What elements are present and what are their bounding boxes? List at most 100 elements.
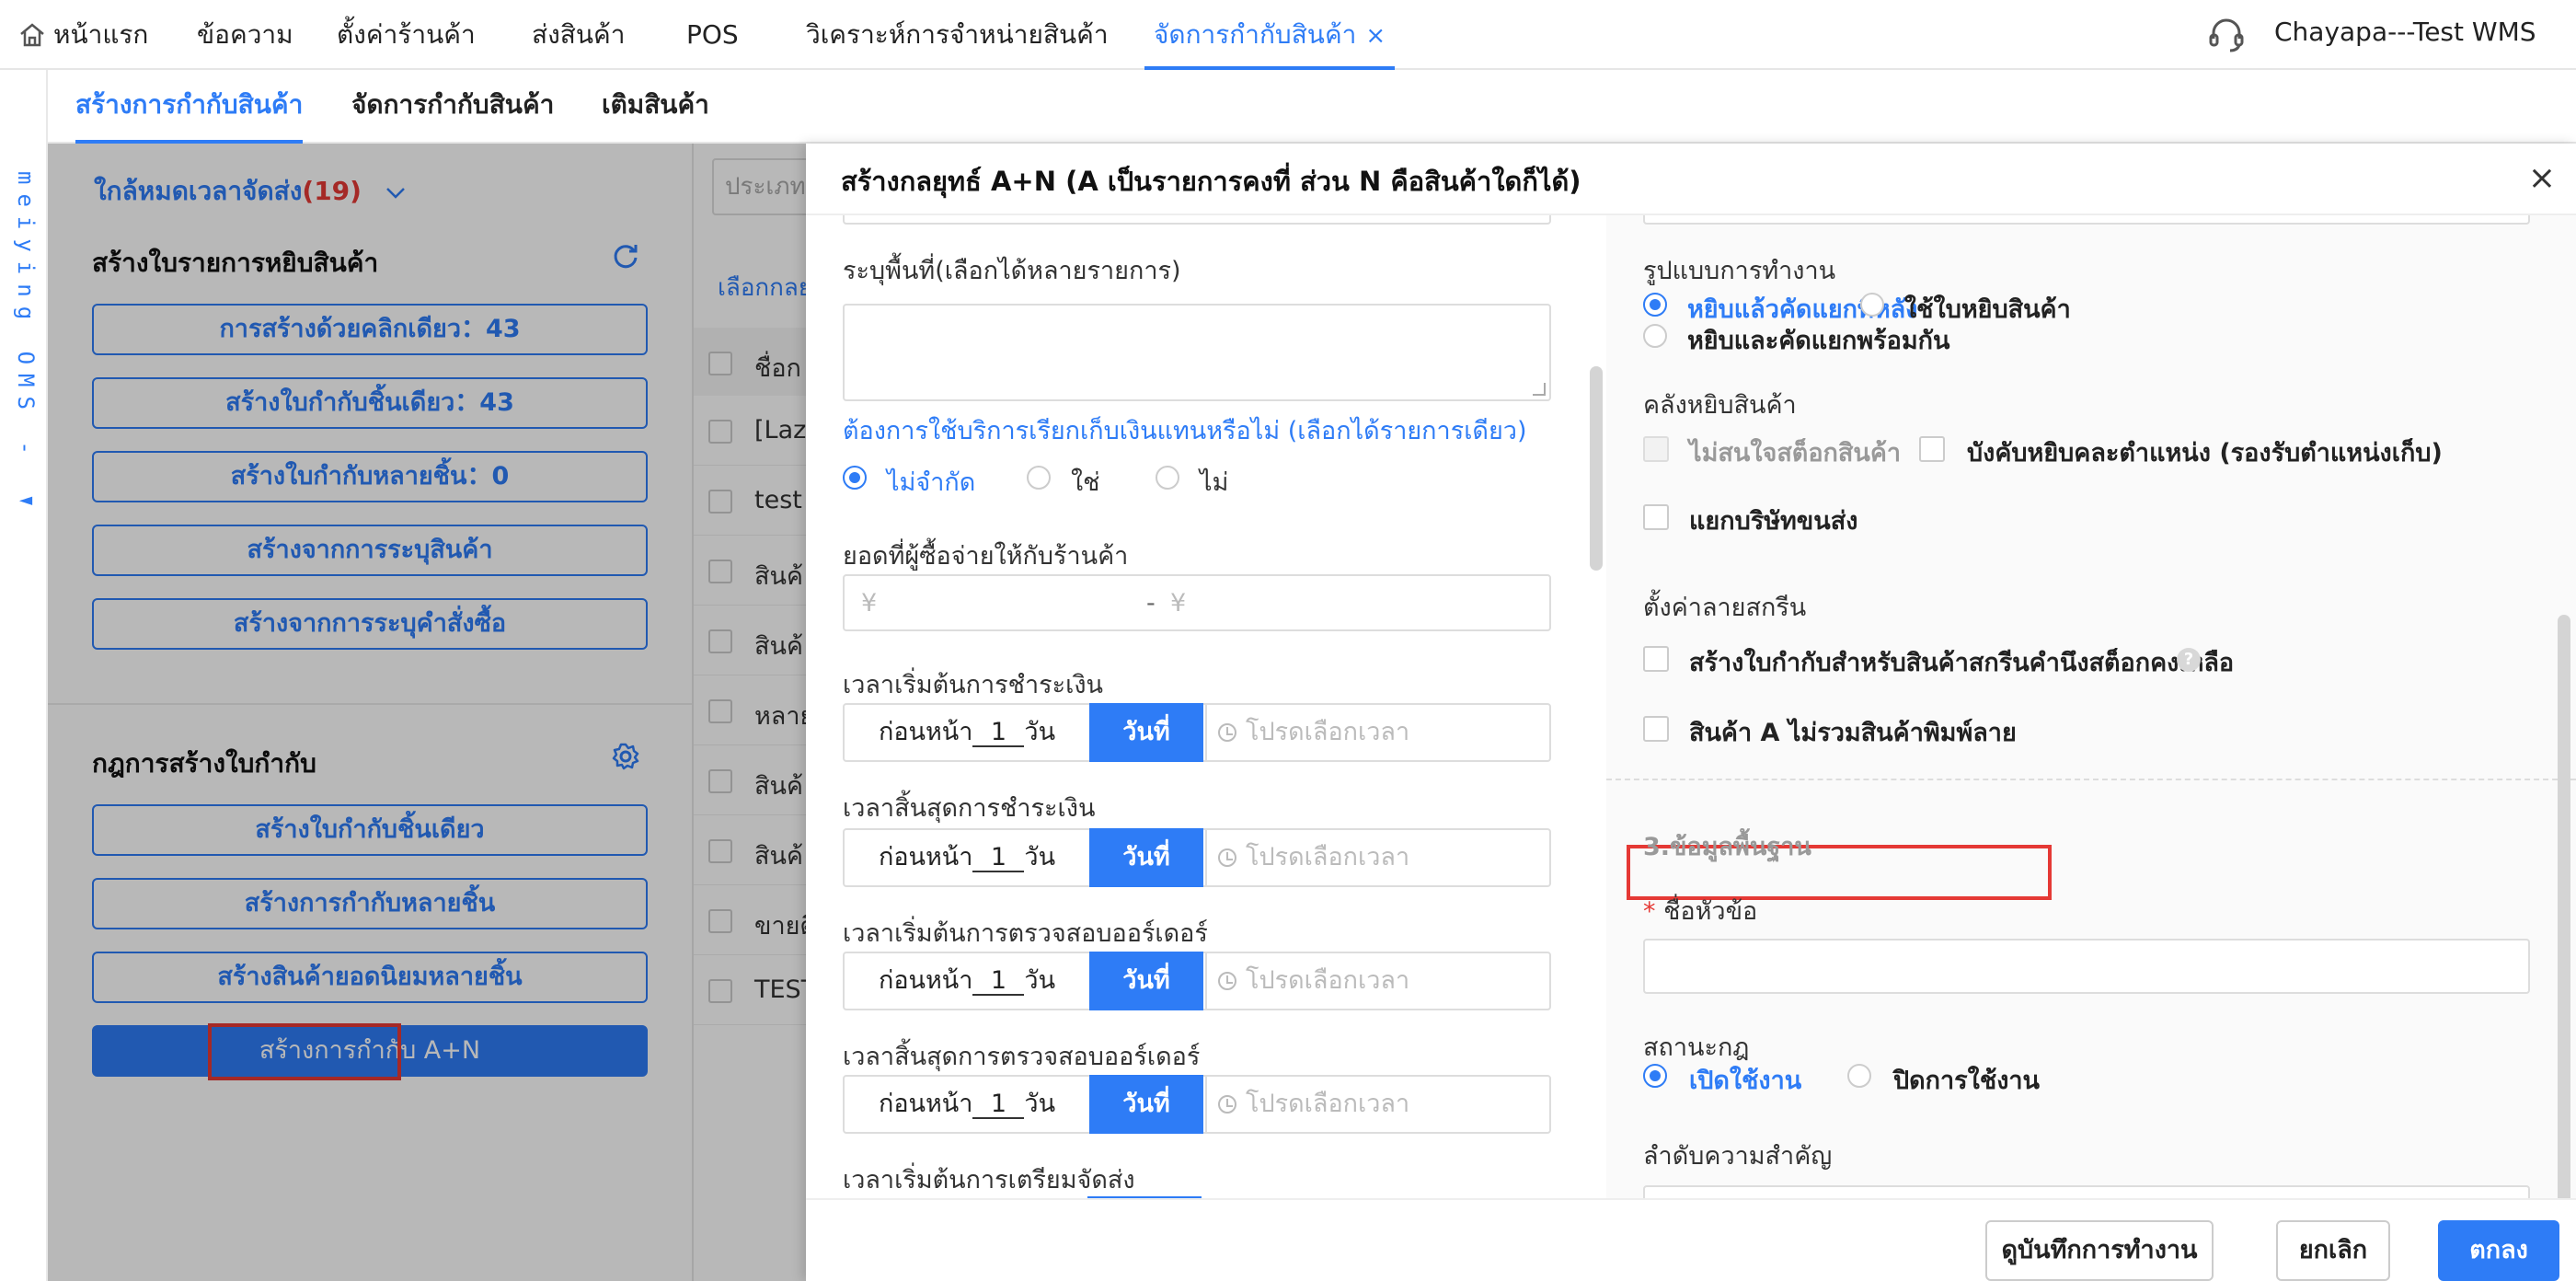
nav-pos[interactable]: POS xyxy=(686,0,739,70)
row-checkbox[interactable] xyxy=(708,560,732,583)
nav-home[interactable]: หน้าแรก xyxy=(53,0,148,70)
row-checkbox[interactable] xyxy=(708,490,732,514)
status-disabled-radio[interactable] xyxy=(1847,1064,1871,1088)
view-log-button[interactable]: ดูบันทึกการทำงาน xyxy=(1985,1220,2214,1281)
ignore-stock-checkbox[interactable] xyxy=(1643,436,1669,462)
days-before[interactable]: ก่อนหน้า 1 วัน xyxy=(845,1077,1089,1132)
nav-shop-settings[interactable]: ตั้งค่าร้านค้า xyxy=(337,0,476,70)
rule-name-input[interactable] xyxy=(1643,939,2530,994)
table-row[interactable]: สินค้ xyxy=(694,815,822,885)
days-value[interactable]: 1 xyxy=(972,968,1025,996)
exclude-printed-label[interactable]: สินค้า A ไม่รวมสินค้าพิมพ์ลาย xyxy=(1689,712,2017,752)
screen-stock-checkbox[interactable] xyxy=(1643,646,1669,672)
time-picker[interactable]: โปรดเลือกเวลา xyxy=(1205,705,1551,760)
help-icon[interactable]: ? xyxy=(2177,648,2201,672)
multi-item-create-button[interactable]: สร้างใบกำกับหลายชิ้น：0 xyxy=(92,451,648,502)
workmode-sort-later-radio[interactable] xyxy=(1643,293,1667,317)
cod-yes-label[interactable]: ใช่ xyxy=(1071,462,1100,502)
force-mixed-location-checkbox[interactable] xyxy=(1919,436,1945,462)
time-picker[interactable]: โปรดเลือกเวลา xyxy=(1205,830,1551,885)
row-checkbox[interactable] xyxy=(708,629,732,653)
days-before[interactable]: ก่อนหน้า 1 วัน xyxy=(845,830,1089,885)
near-timeout-link[interactable]: ใกล้หมดเวลาจัดส่ง(19) xyxy=(94,171,406,212)
cod-unlimited-label[interactable]: ไม่จำกัด xyxy=(887,462,975,502)
tab-close-icon[interactable]: × xyxy=(1365,22,1386,50)
cancel-button[interactable]: ยกเลิก xyxy=(2276,1220,2390,1281)
select-strategy-link[interactable]: เลือกกลย xyxy=(718,269,812,306)
date-mode-button[interactable]: วันที่ xyxy=(1089,1075,1203,1134)
days-before[interactable]: ก่อนหน้า 1 วัน xyxy=(845,953,1089,1009)
cod-unlimited-radio[interactable] xyxy=(843,466,867,490)
close-icon[interactable]: × xyxy=(2528,162,2556,195)
nav-shipping[interactable]: ส่งสินค้า xyxy=(532,0,625,70)
time-picker[interactable]: โปรดเลือกเวลา xyxy=(1205,1077,1551,1132)
cod-no-radio[interactable] xyxy=(1156,466,1179,490)
table-row[interactable]: [Laza xyxy=(694,396,822,466)
left-scrollbar[interactable] xyxy=(1590,366,1603,571)
split-carrier-label[interactable]: แยกบริษัทขนส่ง xyxy=(1689,501,1857,540)
status-enabled-radio[interactable] xyxy=(1643,1064,1667,1088)
row-checkbox[interactable] xyxy=(708,839,732,863)
table-row[interactable]: สินค้ xyxy=(694,536,822,606)
date-mode-button[interactable]: วันที่ xyxy=(1089,828,1203,887)
exclude-printed-checkbox[interactable] xyxy=(1643,716,1669,742)
refresh-icon[interactable] xyxy=(611,241,640,271)
cod-yes-radio[interactable] xyxy=(1027,466,1051,490)
days-value[interactable]: 1 xyxy=(972,720,1025,747)
row-checkbox[interactable] xyxy=(708,420,732,444)
nav-messages[interactable]: ข้อความ xyxy=(197,0,293,70)
date-mode-button[interactable]: วันที่ xyxy=(1089,703,1203,762)
rule-multi-item-button[interactable]: สร้างการกำกับหลายชิ้น xyxy=(92,878,648,929)
days-value[interactable]: 1 xyxy=(972,1091,1025,1119)
single-item-create-button[interactable]: สร้างใบกำกับชิ้นเดียว：43 xyxy=(92,377,648,429)
workmode-pick-sort-label[interactable]: หยิบและคัดแยกพร้อมกัน xyxy=(1687,320,1950,360)
one-click-create-button[interactable]: การสร้างด้วยคลิกเดียว：43 xyxy=(92,304,648,355)
user-name[interactable]: Chayapa---Test WMS xyxy=(2274,0,2536,70)
days-value[interactable]: 1 xyxy=(972,845,1025,872)
create-from-product-button[interactable]: สร้างจากการระบุสินค้า xyxy=(92,525,648,576)
nav-active-tab[interactable]: จัดการกำกับสินค้า × xyxy=(1144,0,1396,70)
rule-popular-multi-button[interactable]: สร้างสินค้ายอดนิยมหลายชิ้น xyxy=(92,952,648,1003)
row-checkbox[interactable] xyxy=(708,699,732,723)
table-row[interactable]: สินค้ xyxy=(694,606,822,675)
headset-icon[interactable] xyxy=(2206,15,2247,55)
time-picker[interactable]: โปรดเลือกเวลา xyxy=(1205,953,1551,1009)
create-from-order-button[interactable]: สร้างจากการระบุคำสั่งซื้อ xyxy=(92,598,648,650)
table-row[interactable]: สินค้ xyxy=(694,745,822,815)
amount-from-symbol: ¥ xyxy=(861,589,878,617)
amount-range-input[interactable]: ¥ - ¥ xyxy=(843,574,1551,631)
row-checkbox[interactable] xyxy=(708,979,732,1003)
gear-icon[interactable] xyxy=(611,742,640,771)
screen-stock-label[interactable]: สร้างใบกำกับสำหรับสินค้าสกรีนคำนึงสต็อกค… xyxy=(1689,642,2234,682)
force-mixed-location-label[interactable]: บังคับหยิบคละตำแหน่ง (รองรับตำแหน่งเก็บ) xyxy=(1967,433,2443,472)
app-vertical-label[interactable]: meiying OMS - ◄ xyxy=(7,171,39,521)
days-before[interactable]: ก่อนหน้า 1 วัน xyxy=(845,705,1089,760)
resize-handle[interactable] xyxy=(1533,383,1546,396)
nav-sales-analysis[interactable]: วิเคราะห์การจำหน่ายสินค้า xyxy=(806,0,1109,70)
rules-section-title: กฎการสร้างใบกำกับ xyxy=(92,748,316,779)
priority-input[interactable] xyxy=(1643,1185,2530,1198)
right-scrollbar[interactable] xyxy=(2558,615,2570,1279)
tab-manage[interactable]: จัดการกำกับสินค้า xyxy=(351,70,554,144)
status-disabled-label[interactable]: ปิดการใช้งาน xyxy=(1893,1060,2040,1100)
row-checkbox[interactable] xyxy=(708,909,732,933)
tab-restock[interactable]: เติมสินค้า xyxy=(602,70,709,144)
row-checkbox[interactable] xyxy=(708,769,732,793)
table-row[interactable]: TEST xyxy=(694,955,822,1025)
table-row[interactable]: หลาย xyxy=(694,675,822,745)
table-row[interactable]: test xyxy=(694,466,822,536)
status-enabled-label[interactable]: เปิดใช้งาน xyxy=(1689,1060,1801,1100)
date-mode-button[interactable]: วันที่ xyxy=(1089,952,1203,1010)
area-textarea[interactable] xyxy=(843,304,1551,401)
confirm-button[interactable]: ตกลง xyxy=(2438,1220,2559,1281)
tab-create[interactable]: สร้างการกำกับสินค้า xyxy=(75,70,304,144)
workmode-picklist-radio[interactable] xyxy=(1860,293,1884,317)
cod-no-label[interactable]: ไม่ xyxy=(1200,462,1228,502)
create-a-plus-n-button[interactable]: สร้างการกำกับ A+N xyxy=(92,1023,648,1080)
home-icon[interactable] xyxy=(18,22,46,48)
split-carrier-checkbox[interactable] xyxy=(1643,504,1669,530)
rule-single-item-button[interactable]: สร้างใบกำกับชิ้นเดียว xyxy=(92,804,648,856)
table-row[interactable]: ขายดี xyxy=(694,885,822,955)
workmode-pick-sort-radio[interactable] xyxy=(1643,324,1667,348)
select-all-checkbox[interactable] xyxy=(708,352,732,375)
